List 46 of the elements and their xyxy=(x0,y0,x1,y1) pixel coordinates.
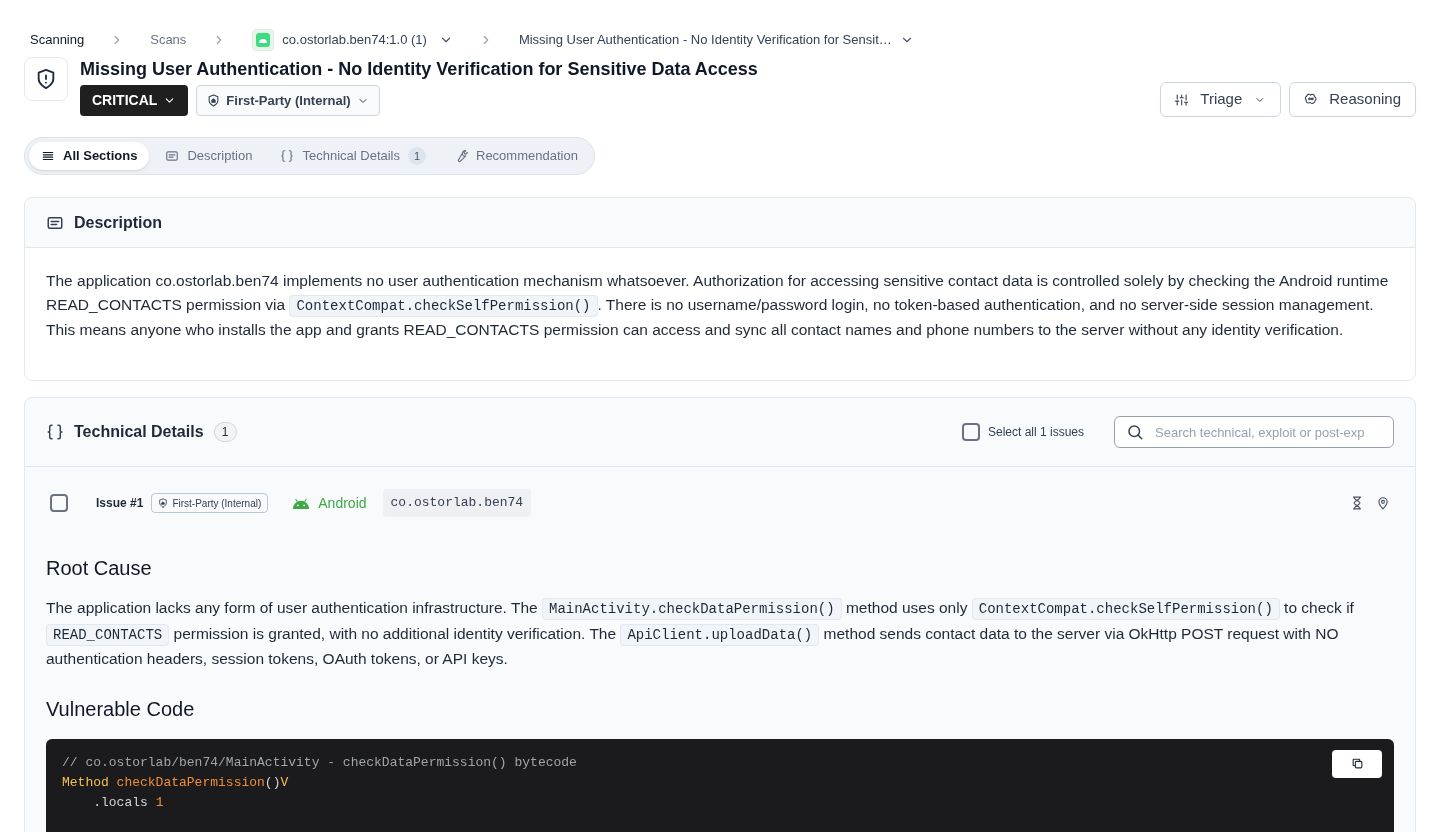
copy-button[interactable] xyxy=(1332,749,1382,778)
location-pin-icon[interactable] xyxy=(1376,496,1390,510)
copy-icon xyxy=(1350,757,1364,770)
paragraph: The application lacks any form of user authentication infrastructure. The MainActivity.checkDataPermission() method uses only ContextCompat.checkSelfPermission() to check if READ_CONTACTS permission is granted, with no additional identity verification. The ApiClient.uploadData() method sends contact data to the server via OkHttp POST request with NO authentication headers, session tokens, OAuth tokens, or API keys. xyxy=(46,597,1355,669)
scope-dropdown[interactable]: First-Party (Internal) xyxy=(196,85,380,116)
subsection-heading: Vulnerable Code xyxy=(46,696,196,722)
count-badge: 1 xyxy=(213,422,237,442)
search-field[interactable]: Search technical, exploit or post-exp xyxy=(1114,416,1394,448)
subsection-heading: Root Cause xyxy=(46,556,153,581)
list-icon xyxy=(41,149,55,163)
section-tab[interactable]: Technical Details 1 xyxy=(268,142,438,170)
sliders-icon xyxy=(1175,91,1189,108)
paragraph: The application co.ostorlab.ben74 implements no user authentication mechanism whatsoever. Authorization for accessing sensitive contact data is controlled solely by checking the Android runtime READ_CONTACTS permission via ContextCompat.checkSelfPermission() . There is no username/password login, no token-based authentication, and no server-side session management. This means anyone who installs the app and grants READ_CONTACTS permission can access and sync all contact names and phone numbers to the server without any identity verification. xyxy=(46,271,1390,340)
code-line: .locals 1 xyxy=(92,793,164,812)
section-heading: Technical Details xyxy=(74,422,204,442)
breadcrumb-dropdown[interactable]: Missing User Authentication - No Identity Verification for Sensit… xyxy=(518,30,914,50)
triage-button[interactable]: Triage xyxy=(1160,82,1281,117)
issue-checkbox[interactable] xyxy=(50,494,68,512)
section-tab[interactable]: Recommendation xyxy=(442,142,590,170)
shield-icon xyxy=(207,94,221,107)
shield-alert-icon xyxy=(35,68,57,90)
android-icon xyxy=(292,497,311,509)
breadcrumb-link[interactable]: Scans xyxy=(150,30,187,50)
select-all-checkbox[interactable]: Select all 1 issues xyxy=(961,423,1084,441)
shield-icon xyxy=(158,498,169,508)
issue-label: Issue #1 xyxy=(96,495,144,512)
finding-title: Missing User Authentication - No Identity Verification for Sensitive Data Access xyxy=(80,58,759,81)
search-icon xyxy=(1126,423,1144,441)
app-selector[interactable]: co.ostorlab.ben74:1.0 (1) xyxy=(252,29,453,51)
section-tab[interactable]: Description xyxy=(153,142,265,170)
count-badge: 1 xyxy=(408,147,426,165)
package-name: co.ostorlab.ben74 xyxy=(382,489,532,517)
braces-icon xyxy=(280,149,295,163)
breadcrumb-link[interactable]: Scanning xyxy=(30,30,85,50)
app-icon xyxy=(252,29,275,51)
section-tab[interactable]: All Sections xyxy=(29,142,150,170)
code-line: // co.ostorlab/ben74/MainActivity - checkDataPermission() bytecode xyxy=(62,753,577,772)
severity-dropdown[interactable]: CRITICAL xyxy=(80,85,189,116)
section-heading: Description xyxy=(74,212,162,233)
reasoning-button[interactable]: Reasoning xyxy=(1289,82,1416,117)
code-line: Method checkDataPermission()V xyxy=(62,773,289,792)
braces-icon xyxy=(46,423,64,441)
hourglass-icon[interactable] xyxy=(1350,496,1364,510)
text-icon xyxy=(165,149,180,163)
platform-label: Android xyxy=(318,493,367,513)
scope-tag: First-Party (Internal) xyxy=(151,493,269,513)
